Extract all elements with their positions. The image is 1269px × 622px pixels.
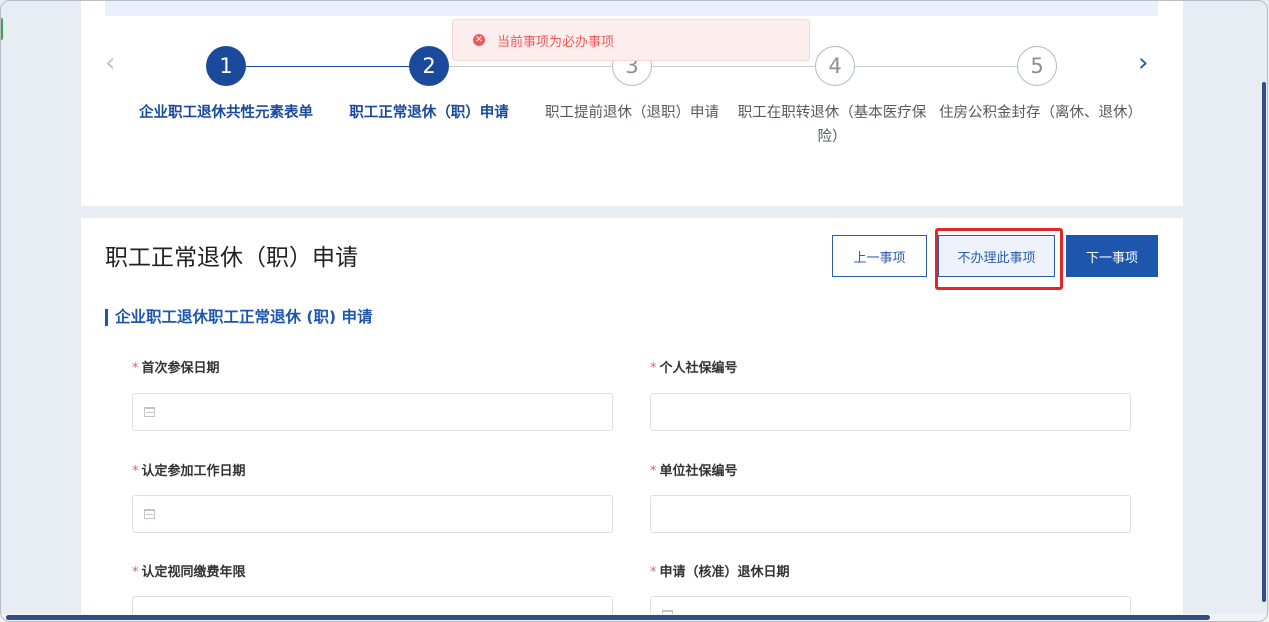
step-3-label[interactable]: 职工提前退休（退职）申请 (534, 101, 730, 125)
field-label-retirement-date: * 申请（核准）退休日期 (650, 565, 790, 580)
horizontal-scrollbar[interactable] (6, 615, 1210, 620)
left-edge-indicator (0, 18, 3, 40)
step-connector-1 (246, 66, 409, 67)
unit-ss-number-input[interactable] (650, 495, 1131, 533)
chevron-left-icon[interactable]: ‹ (105, 50, 115, 76)
form-card: 职工正常退休（职）申请 上一事项 不办理此事项 下一事项 企业职工退休职工正常退… (81, 218, 1183, 622)
vertical-scrollbar[interactable] (1262, 82, 1266, 602)
field-label-unit-ss-number: * 单位社保编号 (650, 464, 738, 479)
section-accent-bar (105, 309, 108, 326)
top-banner (105, 0, 1158, 16)
first-insured-date-input[interactable] (132, 393, 613, 431)
field-label-deemed-contribution-years: * 认定视同缴费年限 (132, 565, 246, 580)
toast-message: 当前事项为必办事项 (497, 35, 615, 50)
error-circle-icon: ✕ (473, 34, 485, 46)
field-label-personal-ss-number: * 个人社保编号 (650, 361, 738, 376)
required-mark: * (650, 464, 657, 479)
step-2-circle[interactable]: 2 (409, 46, 449, 86)
step-1-circle[interactable]: 1 (206, 46, 246, 86)
chevron-right-icon[interactable]: › (1138, 50, 1148, 76)
step-4-circle[interactable]: 4 (815, 46, 855, 86)
step-connector-3 (652, 66, 815, 67)
step-1-label[interactable]: 企业职工退休共性元素表单 (128, 101, 324, 125)
work-start-date-input[interactable] (132, 495, 613, 533)
step-2-label[interactable]: 职工正常退休（职）申请 (331, 101, 527, 125)
personal-ss-number-input[interactable] (650, 393, 1131, 431)
error-toast: ✕ 当前事项为必办事项 (452, 19, 810, 61)
section-title: 企业职工退休职工正常退休 (职) 申请 (115, 308, 373, 326)
page-title: 职工正常退休（职）申请 (105, 245, 358, 271)
next-item-button[interactable]: 下一事项 (1066, 235, 1158, 277)
required-mark: * (650, 361, 657, 376)
browser-window: ‹ › 1 2 3 4 5 企业职工退休共性元素表单 职工正常退休（职）申请 职… (0, 0, 1269, 622)
required-mark: * (132, 565, 139, 580)
step-5-circle[interactable]: 5 (1017, 46, 1057, 86)
step-connector-2 (449, 66, 612, 67)
required-mark: * (132, 361, 139, 376)
field-label-first-insured-date: * 首次参保日期 (132, 361, 220, 376)
skip-item-button[interactable]: 不办理此事项 (938, 235, 1055, 277)
required-mark: * (132, 464, 139, 479)
step-5-label[interactable]: 住房公积金封存（离休、退休） (939, 101, 1142, 125)
previous-item-button[interactable]: 上一事项 (832, 235, 927, 277)
required-mark: * (650, 565, 657, 580)
step-4-label[interactable]: 职工在职转退休（基本医疗保险） (727, 101, 937, 149)
field-label-work-start-date: * 认定参加工作日期 (132, 464, 246, 479)
step-connector-4 (855, 66, 1017, 67)
